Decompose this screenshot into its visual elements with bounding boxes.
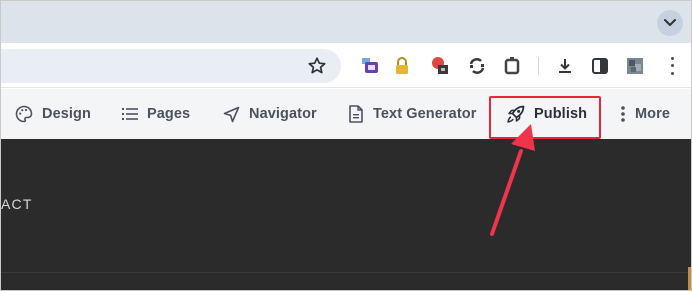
download-icon[interactable] bbox=[555, 56, 575, 76]
tab-strip bbox=[1, 1, 691, 43]
site-preview-canvas: ACT bbox=[1, 139, 691, 290]
more-vertical-icon bbox=[621, 106, 625, 122]
menu-item-design[interactable]: Design bbox=[15, 89, 91, 139]
menu-item-label: Design bbox=[42, 106, 91, 122]
menu-item-label: Pages bbox=[147, 106, 191, 122]
menu-item-label: Navigator bbox=[249, 106, 317, 122]
menu-item-navigator[interactable]: Navigator bbox=[223, 89, 317, 139]
menu-item-pages[interactable]: Pages bbox=[122, 89, 190, 139]
navigation-icon bbox=[223, 106, 240, 122]
chevron-down-icon bbox=[664, 19, 676, 26]
sidepanel-icon[interactable] bbox=[590, 56, 610, 76]
site-nav-link[interactable]: ACT bbox=[1, 196, 33, 212]
sync-extension-icon[interactable] bbox=[467, 56, 487, 76]
browser-menu-icon[interactable] bbox=[666, 55, 678, 77]
tab-search-button[interactable] bbox=[657, 10, 683, 36]
palette-icon bbox=[15, 105, 33, 123]
recording-extension-icon[interactable] bbox=[430, 56, 450, 76]
list-icon bbox=[122, 108, 138, 120]
menu-item-more[interactable]: More bbox=[620, 89, 670, 139]
star-icon[interactable] bbox=[307, 56, 327, 76]
address-bar[interactable] bbox=[1, 49, 341, 83]
annotation-highlight-box bbox=[489, 96, 601, 139]
canvas-divider bbox=[1, 272, 691, 273]
browser-window: Design Pages Navigator Text Generator Pu… bbox=[0, 0, 692, 291]
menu-item-label: Text Generator bbox=[373, 106, 477, 122]
menu-item-text-generator[interactable]: Text Generator bbox=[348, 89, 476, 139]
profile-avatar-icon[interactable] bbox=[625, 56, 645, 76]
browser-toolbar bbox=[1, 43, 691, 88]
document-icon bbox=[349, 105, 363, 123]
toolbar-separator bbox=[538, 57, 539, 75]
menu-item-label: More bbox=[635, 106, 671, 122]
puzzle-extension-icon[interactable] bbox=[502, 56, 522, 76]
lock-extension-icon[interactable] bbox=[392, 56, 412, 76]
canvas-accent-bar bbox=[688, 267, 691, 290]
tv-extension-icon[interactable] bbox=[361, 56, 381, 76]
